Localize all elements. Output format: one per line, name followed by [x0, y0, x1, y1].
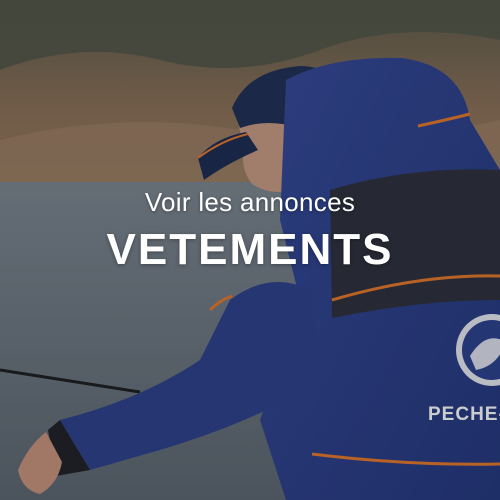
tile-title: VETEMENTS [106, 225, 394, 274]
tile-subtitle: Voir les annonces [144, 187, 356, 217]
tile-caption: Voir les annonces VETEMENTS [0, 186, 500, 276]
category-tile-vetements[interactable]: PECHE-FI Voir les annonces VETEMENTS [0, 0, 500, 500]
